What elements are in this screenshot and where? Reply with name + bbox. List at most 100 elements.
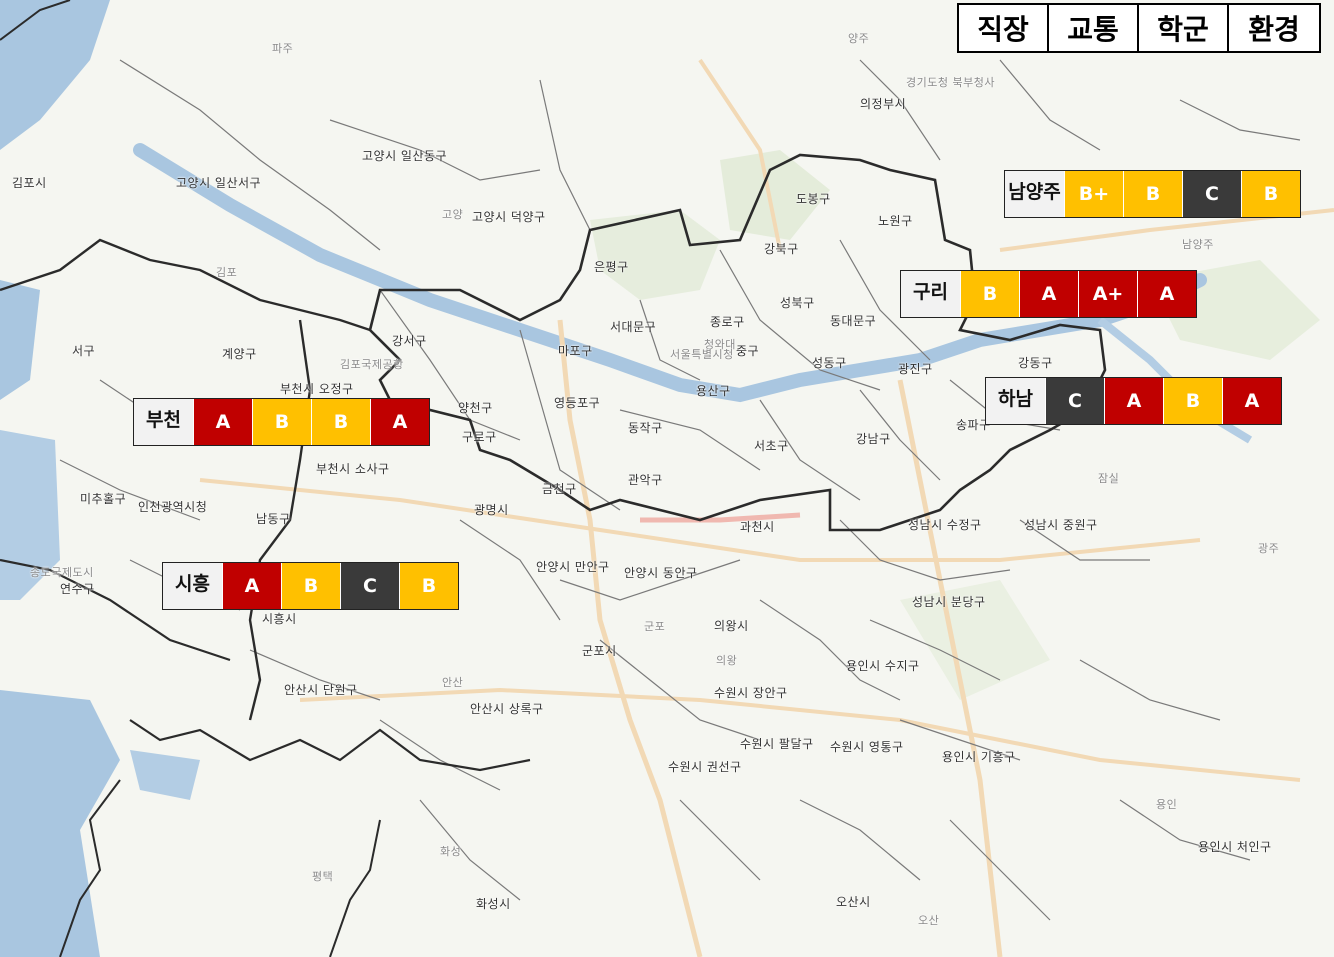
- region-badge-siheung: 시흥 A B C B: [162, 562, 459, 610]
- region-badge-bucheon: 부천 A B B A: [133, 398, 430, 446]
- map-label: 용인: [1156, 798, 1178, 811]
- map-label: 성남시 분당구: [912, 595, 986, 609]
- map-label: 고양시 덕양구: [472, 210, 546, 224]
- map-label: 성남시 수정구: [908, 518, 982, 532]
- legend-transport: 교통: [1049, 5, 1139, 51]
- map-label: 의정부시: [860, 97, 907, 111]
- grade-job: B: [960, 271, 1019, 317]
- map-label: 안양시 만안구: [536, 560, 610, 574]
- map-label: 시흥시: [262, 612, 297, 626]
- map-label: 김포시: [12, 176, 47, 190]
- map-label: 성동구: [812, 356, 847, 370]
- grade-environment: B: [1241, 171, 1300, 217]
- map-label: 마포구: [558, 344, 593, 358]
- map-label: 강동구: [1018, 356, 1053, 370]
- map-label: 안산시 상록구: [470, 702, 544, 716]
- map-label: 파주: [272, 42, 294, 55]
- map-label: 남양주: [1182, 238, 1214, 251]
- map-label: 서구: [72, 344, 96, 358]
- map-label: 인천광역시청: [138, 500, 208, 514]
- map-label: 김포국제공항: [340, 358, 404, 371]
- grade-job: A: [193, 399, 252, 445]
- grade-school: B: [311, 399, 370, 445]
- grade-transport: A: [1104, 378, 1163, 424]
- map-label: 고양: [442, 208, 464, 221]
- map-label: 군포시: [582, 644, 617, 658]
- grade-school: C: [1182, 171, 1241, 217]
- region-name: 부천: [134, 399, 193, 445]
- map-label: 의왕시: [714, 619, 749, 633]
- map-label: 동대문구: [830, 314, 877, 328]
- grade-job: B+: [1064, 171, 1123, 217]
- map-label: 부천시 소사구: [316, 462, 390, 476]
- map-label: 잠실: [1098, 472, 1120, 485]
- region-badge-guri: 구리 B A A+ A: [900, 270, 1197, 318]
- region-name: 시흥: [163, 563, 222, 609]
- map-label: 강서구: [392, 334, 427, 348]
- map-label: 송도국제도시: [30, 566, 94, 579]
- map-label: 오산시: [836, 895, 871, 909]
- region-name: 하남: [986, 378, 1045, 424]
- map-label: 미추홀구: [80, 492, 127, 506]
- map-label: 강북구: [764, 242, 799, 256]
- grade-school: A+: [1078, 271, 1137, 317]
- map-label: 안산시 단원구: [284, 683, 358, 697]
- map-label: 수원시 영통구: [830, 740, 904, 754]
- grade-transport: B: [281, 563, 340, 609]
- map-label: 중구: [736, 344, 760, 358]
- map-label: 은평구: [594, 260, 629, 274]
- map-label: 용인시 처인구: [1198, 840, 1272, 854]
- map-label: 안산: [442, 676, 464, 689]
- map-label: 수원시 팔달구: [740, 737, 814, 751]
- map-label: 경기도청 북부청사: [906, 76, 995, 89]
- region-name: 구리: [901, 271, 960, 317]
- map-label: 화성시: [476, 897, 511, 911]
- region-name: 남양주: [1005, 171, 1064, 217]
- legend-school: 학군: [1139, 5, 1229, 51]
- map-background: [0, 0, 1334, 957]
- map-label: 양주: [848, 32, 870, 45]
- map-label: 서대문구: [610, 320, 657, 334]
- grade-transport: B: [1123, 171, 1182, 217]
- map-label: 서초구: [754, 439, 789, 453]
- map-label: 화성: [440, 845, 462, 858]
- grade-environment: A: [1222, 378, 1281, 424]
- grade-job: A: [222, 563, 281, 609]
- map-label: 김포: [216, 266, 238, 279]
- map-label: 과천시: [740, 520, 775, 534]
- map-label: 용산구: [696, 384, 731, 398]
- map-label: 양천구: [458, 401, 493, 415]
- legend: 직장 교통 학군 환경: [957, 3, 1321, 53]
- map-label: 성북구: [780, 296, 815, 310]
- map-label: 구로구: [462, 430, 497, 444]
- grade-transport: A: [1019, 271, 1078, 317]
- map-label: 광주: [1258, 542, 1280, 555]
- map-label: 종로구: [710, 315, 745, 329]
- grade-environment: B: [399, 563, 458, 609]
- map-label: 노원구: [878, 214, 913, 228]
- map-label: 수원시 장안구: [714, 686, 788, 700]
- grade-environment: A: [370, 399, 429, 445]
- grade-job: C: [1045, 378, 1104, 424]
- map-label: 연수구: [60, 582, 95, 596]
- map-label: 도봉구: [796, 192, 831, 206]
- region-badge-namyangju: 남양주 B+ B C B: [1004, 170, 1301, 218]
- map-label: 군포: [644, 620, 666, 633]
- map-label: 부천시 오정구: [280, 382, 354, 396]
- map-label: 수원시 권선구: [668, 760, 742, 774]
- map-label: 안양시 동안구: [624, 566, 698, 580]
- map-label: 용인시 기흥구: [942, 750, 1016, 764]
- grade-school: B: [1163, 378, 1222, 424]
- legend-environment: 환경: [1248, 13, 1300, 46]
- map-label: 고양시 일산동구: [362, 149, 448, 163]
- map-label: 오산: [918, 914, 940, 927]
- legend-job: 직장: [959, 5, 1049, 51]
- map-label: 서울특별시청: [670, 348, 734, 361]
- region-badge-hanam: 하남 C A B A: [985, 377, 1282, 425]
- grade-transport: B: [252, 399, 311, 445]
- map-label: 강남구: [856, 432, 891, 446]
- map-label: 영등포구: [554, 396, 601, 410]
- map-label: 광진구: [898, 362, 933, 376]
- map-label: 고양시 일산서구: [176, 176, 262, 190]
- grade-school: C: [340, 563, 399, 609]
